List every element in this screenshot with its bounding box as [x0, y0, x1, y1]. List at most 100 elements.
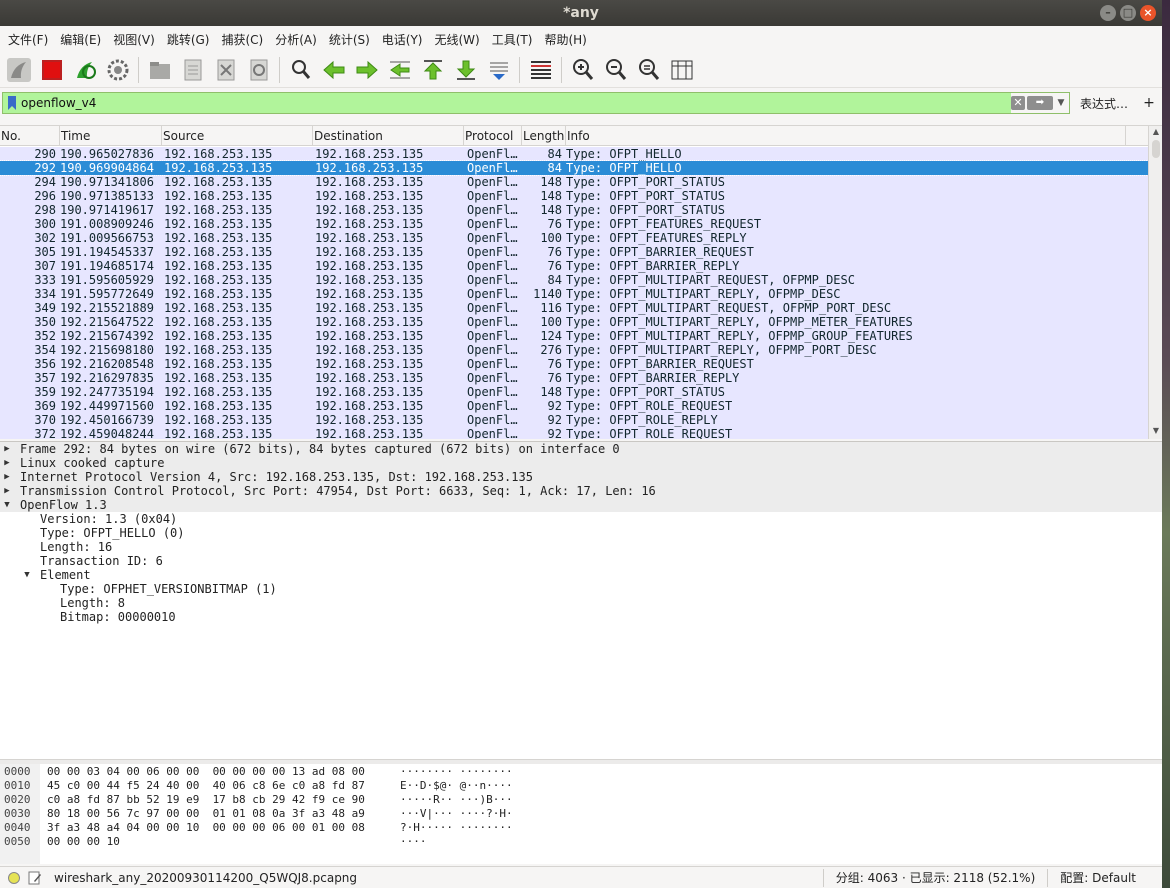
- display-filter-input[interactable]: [21, 93, 1011, 113]
- go-back-arrow-icon[interactable]: [319, 55, 348, 84]
- stop-capture-icon[interactable]: [37, 55, 66, 84]
- detail-tree-item[interactable]: ▶ Linux cooked capture: [0, 456, 1162, 470]
- detail-tree-item[interactable]: Transaction ID: 6: [0, 554, 1162, 568]
- apply-filter-arrow-icon[interactable]: ➡: [1026, 96, 1053, 110]
- table-row[interactable]: 333 191.595605929 192.168.253.135 192.168.2…: [0, 273, 1148, 287]
- table-row[interactable]: 290 190.965027836 192.168.253.135 192.168.2…: [0, 147, 1148, 161]
- scrollbar-thumb[interactable]: [1152, 140, 1160, 158]
- table-row[interactable]: 349 192.215521889 192.168.253.135 192.168.2…: [0, 301, 1148, 315]
- detail-tree-item[interactable]: Type: OFPHET_VERSIONBITMAP (1): [0, 582, 1162, 596]
- detail-tree-item[interactable]: ▶ Internet Protocol Version 4, Src: 192.1…: [0, 470, 1162, 484]
- shark-fin-start-icon[interactable]: [4, 55, 33, 84]
- menu-item-0[interactable]: 文件(F): [4, 31, 56, 48]
- column-header-2[interactable]: Source: [162, 126, 313, 145]
- table-row[interactable]: 298 190.971419617 192.168.253.135 192.168.2…: [0, 203, 1148, 217]
- close-file-icon[interactable]: [211, 55, 240, 84]
- table-row[interactable]: 300 191.008909246 192.168.253.135 192.168.2…: [0, 217, 1148, 231]
- menu-item-7[interactable]: 电话(Y): [378, 31, 431, 48]
- detail-tree-item[interactable]: Version: 1.3 (0x04): [0, 512, 1162, 526]
- menu-item-3[interactable]: 跳转(G): [163, 31, 218, 48]
- detail-tree-item[interactable]: Bitmap: 00000010: [0, 610, 1162, 624]
- bytes-hex: 00 00 00 10: [47, 835, 120, 848]
- detail-tree-item[interactable]: ▶ Transmission Control Protocol, Src Port…: [0, 484, 1162, 498]
- column-header-1[interactable]: Time: [60, 126, 162, 145]
- column-header-4[interactable]: Protocol: [464, 126, 522, 145]
- table-row[interactable]: 292 190.969904864 192.168.253.135 192.168.2…: [0, 160, 1148, 176]
- colorize-packets-icon[interactable]: [526, 55, 555, 84]
- cell-info: Type: OFPT_MULTIPART_REQUEST, OFPMP_PORT…: [566, 301, 892, 315]
- go-last-packet-icon[interactable]: [451, 55, 480, 84]
- filter-bookmark-icon[interactable]: [3, 93, 21, 113]
- resize-columns-icon[interactable]: [667, 55, 696, 84]
- scroll-up-icon[interactable]: ▲: [1149, 127, 1163, 139]
- table-row[interactable]: 296 190.971385133 192.168.253.135 192.168.2…: [0, 189, 1148, 203]
- table-row[interactable]: 334 191.595772649 192.168.253.135 192.168.2…: [0, 287, 1148, 301]
- close-button[interactable]: ×: [1140, 5, 1156, 21]
- filter-history-chevron-down-icon[interactable]: ▼: [1055, 98, 1067, 108]
- expand-triangle-icon[interactable]: ▶: [0, 456, 14, 470]
- column-header-6[interactable]: Info: [566, 126, 1126, 145]
- table-row[interactable]: 350 192.215647522 192.168.253.135 192.168.2…: [0, 315, 1148, 329]
- menu-item-5[interactable]: 分析(A): [271, 31, 325, 48]
- capture-options-gear-icon[interactable]: [103, 55, 132, 84]
- go-first-packet-icon[interactable]: [418, 55, 447, 84]
- detail-tree-item[interactable]: ▼ Element: [0, 568, 1162, 582]
- cell-time: 192.216208548: [60, 357, 154, 371]
- table-row[interactable]: 354 192.215698180 192.168.253.135 192.168.2…: [0, 343, 1148, 357]
- capture-comment-edit-icon[interactable]: [28, 871, 42, 885]
- menu-item-8[interactable]: 无线(W): [431, 31, 488, 48]
- go-to-packet-icon[interactable]: [385, 55, 414, 84]
- table-row[interactable]: 372 192.459048244 192.168.253.135 192.168.2…: [0, 427, 1148, 439]
- auto-scroll-icon[interactable]: [484, 55, 513, 84]
- expand-triangle-icon[interactable]: ▶: [0, 484, 14, 498]
- add-filter-button[interactable]: +: [1138, 95, 1160, 111]
- find-packet-search-icon[interactable]: [286, 55, 315, 84]
- zoom-normal-icon[interactable]: [634, 55, 663, 84]
- expert-info-status-icon[interactable]: [8, 871, 20, 884]
- packet-list-scrollbar[interactable]: ▲ ▼: [1148, 126, 1162, 439]
- detail-tree-item[interactable]: ▼ OpenFlow 1.3: [0, 498, 1162, 512]
- restart-capture-icon[interactable]: [70, 55, 99, 84]
- collapse-triangle-icon[interactable]: ▼: [0, 498, 14, 512]
- collapse-triangle-icon[interactable]: ▼: [20, 568, 34, 582]
- table-row[interactable]: 370 192.450166739 192.168.253.135 192.168.2…: [0, 413, 1148, 427]
- column-header-5[interactable]: Length: [522, 126, 566, 145]
- detail-tree-item[interactable]: Length: 16: [0, 540, 1162, 554]
- open-file-icon[interactable]: [145, 55, 174, 84]
- cell-dst: 192.168.253.135: [315, 413, 424, 427]
- table-row[interactable]: 294 190.971341806 192.168.253.135 192.168.2…: [0, 175, 1148, 189]
- menu-item-9[interactable]: 工具(T): [488, 31, 541, 48]
- menu-item-4[interactable]: 捕获(C): [217, 31, 271, 48]
- detail-tree-item[interactable]: Type: OFPT_HELLO (0): [0, 526, 1162, 540]
- table-row[interactable]: 352 192.215674392 192.168.253.135 192.168.2…: [0, 329, 1148, 343]
- table-row[interactable]: 359 192.247735194 192.168.253.135 192.168.2…: [0, 385, 1148, 399]
- column-header-3[interactable]: Destination: [313, 126, 464, 145]
- menu-item-6[interactable]: 统计(S): [325, 31, 378, 48]
- save-file-icon[interactable]: [178, 55, 207, 84]
- minimize-button[interactable]: –: [1100, 5, 1116, 21]
- detail-tree-item[interactable]: ▶ Frame 292: 84 bytes on wire (672 bits),…: [0, 442, 1162, 456]
- detail-tree-item[interactable]: Length: 8: [0, 596, 1162, 610]
- maximize-button[interactable]: □: [1120, 5, 1136, 21]
- zoom-out-icon[interactable]: [601, 55, 630, 84]
- table-row[interactable]: 357 192.216297835 192.168.253.135 192.168.2…: [0, 371, 1148, 385]
- expand-triangle-icon[interactable]: ▶: [0, 470, 14, 484]
- expand-triangle-icon[interactable]: ▶: [0, 442, 14, 456]
- table-row[interactable]: 369 192.449971560 192.168.253.135 192.168.2…: [0, 399, 1148, 413]
- scroll-down-icon[interactable]: ▼: [1149, 426, 1163, 438]
- table-row[interactable]: 307 191.194685174 192.168.253.135 192.168.2…: [0, 259, 1148, 273]
- table-row[interactable]: 305 191.194545337 192.168.253.135 192.168.2…: [0, 245, 1148, 259]
- expression-button[interactable]: 表达式…: [1074, 95, 1134, 112]
- zoom-in-icon[interactable]: [568, 55, 597, 84]
- menu-item-10[interactable]: 帮助(H): [540, 31, 594, 48]
- reload-file-icon[interactable]: [244, 55, 273, 84]
- table-row[interactable]: 356 192.216208548 192.168.253.135 192.168.2…: [0, 357, 1148, 371]
- clear-filter-icon[interactable]: ✕: [1010, 96, 1025, 110]
- menu-item-2[interactable]: 视图(V): [109, 31, 163, 48]
- configuration-profile[interactable]: 配置: Default: [1048, 869, 1162, 886]
- table-row[interactable]: 302 191.009566753 192.168.253.135 192.168.2…: [0, 231, 1148, 245]
- column-header-0[interactable]: No.: [0, 126, 60, 145]
- title-bar: *any – □ ×: [0, 0, 1162, 26]
- menu-item-1[interactable]: 编辑(E): [56, 31, 109, 48]
- go-forward-arrow-icon[interactable]: [352, 55, 381, 84]
